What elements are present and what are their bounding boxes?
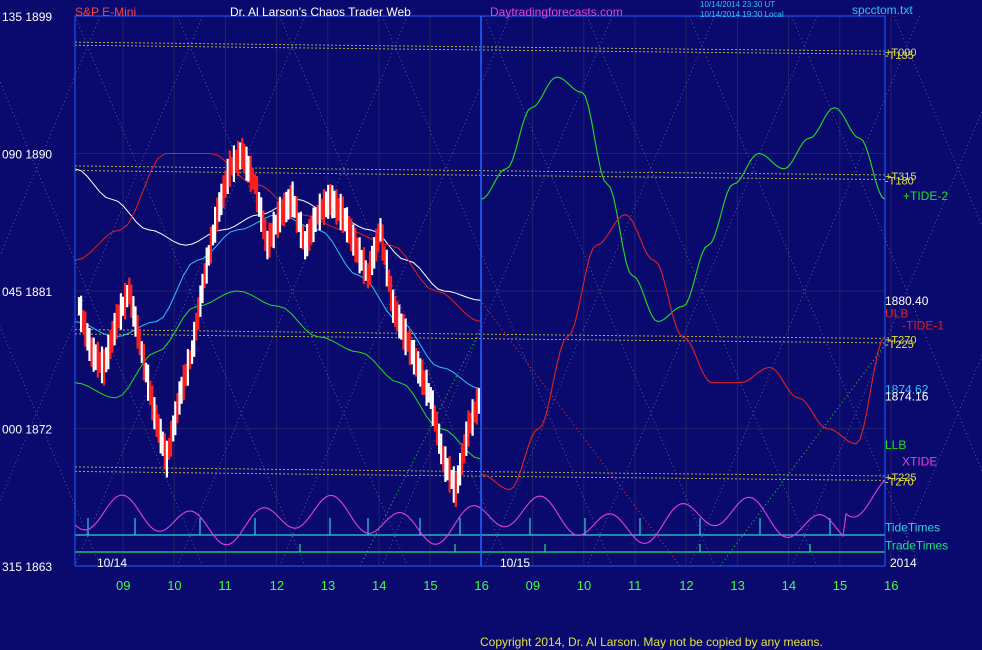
date-label: 10/14 <box>97 556 127 570</box>
site-url[interactable]: Daytradingforecasts.com <box>490 5 623 19</box>
right-label: -TIDE-1 <box>902 319 944 333</box>
timestamp-ut: 10/14/2014 23:30 UT <box>700 0 775 9</box>
chart-canvas: 135 1899 090 1890 045 1881 000 1872 315 1863… <box>0 0 982 650</box>
x-tick-label: 16 <box>884 578 898 593</box>
right-label: 1874.16 <box>885 390 929 404</box>
x-tick-label: 10 <box>167 578 181 593</box>
x-tick-label: 13 <box>730 578 744 593</box>
x-tick-label: 11 <box>218 578 232 593</box>
right-label: -T225 <box>885 339 914 351</box>
y-tick-label: 045 1881 <box>2 285 52 299</box>
chart-file-name: spcctom.txt <box>852 3 913 17</box>
x-tick-label: 12 <box>270 578 284 593</box>
right-label: -T180 <box>885 176 914 188</box>
symbol-title: S&P E-Mini <box>75 5 136 19</box>
x-tick-label: 09 <box>526 578 540 593</box>
right-label: TideTimes <box>885 520 940 534</box>
y-tick-label: 000 1872 <box>2 423 52 437</box>
timestamp-local: 10/14/2014 19:30 Local <box>700 10 784 19</box>
x-tick-label: 12 <box>679 578 693 593</box>
x-tick-label: 14 <box>372 578 386 593</box>
x-tick-label: 15 <box>833 578 847 593</box>
copyright-footer: Copyright 2014, Dr. Al Larson. May not b… <box>480 635 823 649</box>
site-title: Dr. Al Larson's Chaos Trader Web <box>230 5 411 19</box>
x-tick-label: 15 <box>423 578 437 593</box>
y-tick-label: 090 1890 <box>2 148 52 162</box>
right-label: LLB <box>885 438 906 452</box>
right-label: -T135 <box>885 50 914 62</box>
x-tick-label: 14 <box>782 578 796 593</box>
right-label: -T270 <box>885 476 914 488</box>
x-tick-label: 09 <box>116 578 130 593</box>
x-tick-label: 11 <box>628 578 642 593</box>
right-label: TradeTimes <box>885 539 948 553</box>
right-label: XTIDE <box>902 455 937 469</box>
y-tick-label: 135 1899 <box>2 10 52 24</box>
y-tick-label: 315 1863 <box>2 560 52 574</box>
x-tick-label: 13 <box>321 578 335 593</box>
date-label: 2014 <box>890 556 917 570</box>
x-tick-label: 16 <box>474 578 488 593</box>
x-tick-label: 10 <box>577 578 591 593</box>
date-label: 10/15 <box>500 556 530 570</box>
right-label: +TIDE-2 <box>903 189 948 203</box>
